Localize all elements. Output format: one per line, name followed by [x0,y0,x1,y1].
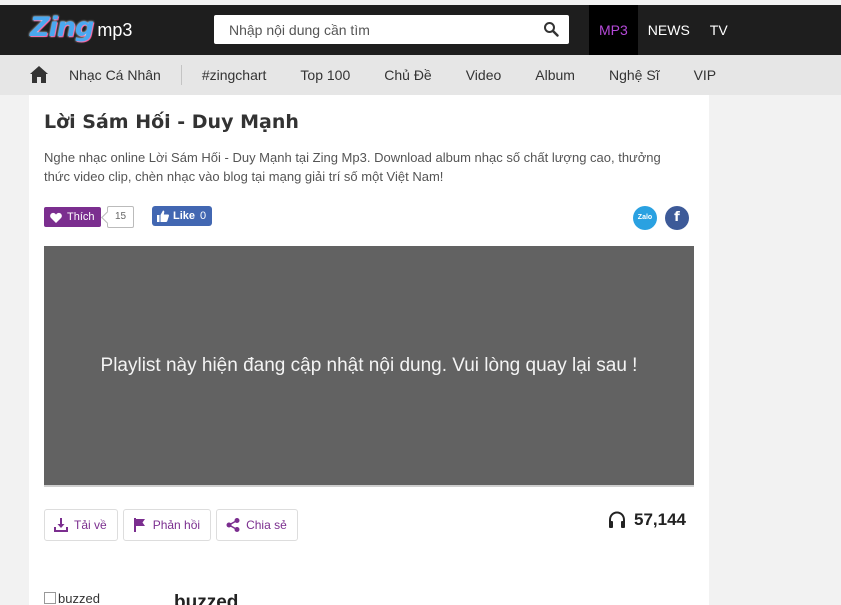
thumbs-up-icon [157,210,169,222]
search-input[interactable] [214,15,534,44]
menu-item-top-100[interactable]: Top 100 [283,55,367,95]
tab-news[interactable]: NEWS [638,5,700,55]
action-buttons: Tải về Phản hồi Chia sẻ [44,509,303,541]
zing-mp3-logo[interactable]: Zing mp3 [30,12,132,44]
headphones-icon [609,511,625,528]
share-button[interactable]: Chia sẻ [216,509,298,541]
menu-item-video[interactable]: Video [449,55,519,95]
tab-tv[interactable]: TV [700,5,738,55]
menu-item-chu-de[interactable]: Chủ Đề [367,55,448,95]
top-nav: MP3 NEWS TV [589,5,738,55]
player-message: Playlist này hiện đang cập nhật nội dung… [100,355,638,376]
facebook-like-label: Like [173,210,196,222]
listen-count-value: 57,144 [634,510,686,529]
menu-bar: Nhạc Cá Nhân #zingchart Top 100 Chủ Đề V… [0,55,841,95]
feedback-button[interactable]: Phản hồi [122,509,212,541]
download-button[interactable]: Tải về [44,509,118,541]
header: Zing mp3 MP3 NEWS TV [0,5,841,55]
page-title: Lời Sám Hối - Duy Mạnh [44,111,299,133]
download-icon [54,518,68,532]
thich-label: Thích [67,211,95,223]
heart-icon [50,212,62,223]
tab-mp3[interactable]: MP3 [589,5,638,55]
menu-divider [180,65,182,85]
logo-mp3-text: mp3 [97,20,133,40]
feedback-label: Phản hồi [152,518,201,532]
logo-zing-text: Zing [30,12,94,43]
search-box [214,15,569,44]
player-area: Playlist này hiện đang cập nhật nội dung… [44,246,694,487]
listen-count: 57,144 [608,510,686,530]
home-icon[interactable] [30,66,48,83]
menu-item-nhac-ca-nhan[interactable]: Nhạc Cá Nhân [52,55,178,95]
thich-button[interactable]: Thích [44,207,101,227]
menu-item-zingchart[interactable]: #zingchart [185,55,284,95]
buzzed-title[interactable]: buzzed [174,592,238,605]
share-label: Chia sẻ [246,518,287,532]
facebook-like-button[interactable]: Like 0 [152,206,213,226]
zalo-share-icon[interactable]: Zalo [633,206,657,230]
menu-item-vip[interactable]: VIP [677,55,734,95]
broken-image-icon [44,592,56,604]
share-icon [226,518,240,532]
facebook-like-count: 0 [200,210,207,222]
buzzed-image[interactable]: buzzed [44,591,100,605]
menu-items: Nhạc Cá Nhân #zingchart Top 100 Chủ Đề V… [52,55,733,95]
menu-item-nghe-si[interactable]: Nghệ Sĩ [592,55,677,95]
flag-icon [133,518,145,532]
menu-item-album[interactable]: Album [518,55,592,95]
search-icon[interactable] [543,21,559,37]
facebook-share-icon[interactable]: f [665,206,689,230]
download-label: Tải về [74,518,107,532]
main-content: Lời Sám Hối - Duy Mạnh Nghe nhạc online … [29,95,709,605]
page-description: Nghe nhạc online Lời Sám Hối - Duy Mạnh … [44,150,661,184]
thich-count: 15 [107,206,134,228]
buzzed-image-alt: buzzed [58,591,100,605]
